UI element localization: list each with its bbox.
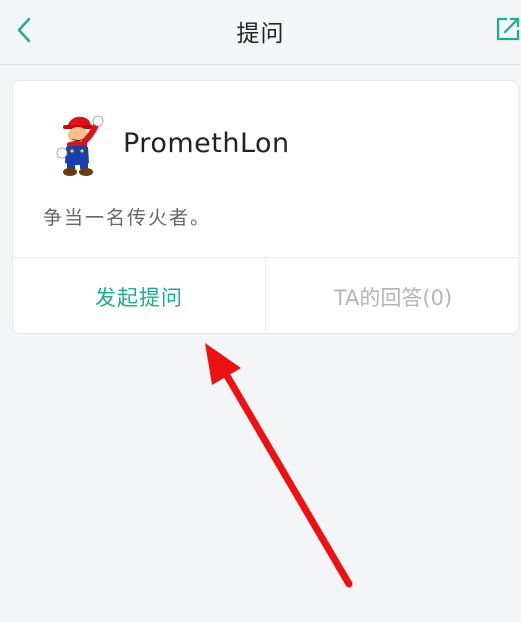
share-external-icon [496, 17, 520, 41]
user-answers-button[interactable]: TA的回答(0) [266, 258, 518, 333]
user-bio: 争当一名传火者。 [43, 207, 212, 229]
navigation-bar: 提问 [0, 0, 521, 65]
avatar[interactable] [49, 111, 109, 177]
ask-question-button[interactable]: 发起提问 [13, 258, 265, 333]
share-button[interactable] [495, 14, 521, 44]
question-screen: 提问 PromethLon 争当一名传火者。 发起提问 TA的回答(0) [0, 0, 521, 622]
username: PromethLon [123, 128, 290, 159]
profile-card: PromethLon 争当一名传火者。 发起提问 TA的回答(0) [12, 80, 519, 334]
page-title: 提问 [236, 21, 285, 47]
